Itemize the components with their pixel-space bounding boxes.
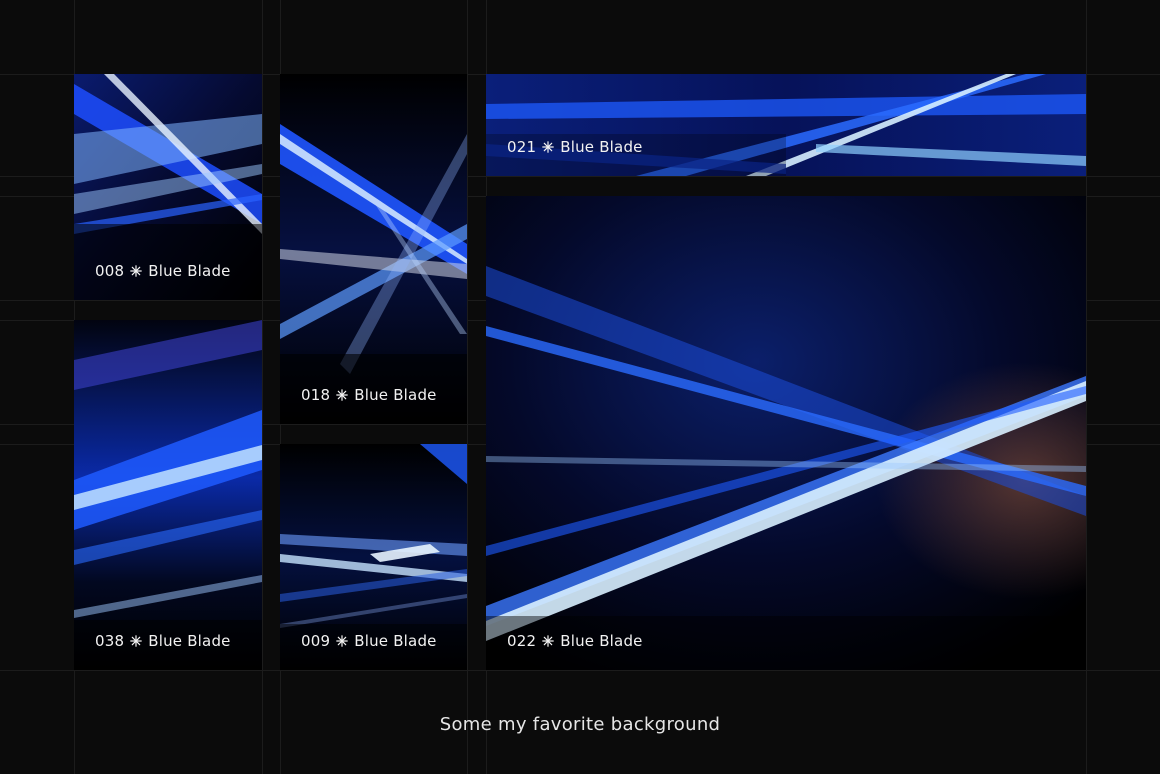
tile-number: 021 xyxy=(507,138,537,156)
tile-caption: 038 Blue Blade xyxy=(95,632,231,650)
asterisk-icon xyxy=(130,635,143,647)
background-tile-018[interactable]: 018 Blue Blade xyxy=(280,74,467,424)
tile-number: 038 xyxy=(95,632,125,650)
blue-blade-artwork xyxy=(486,74,1086,176)
background-tile-022[interactable]: 022 Blue Blade xyxy=(486,196,1086,670)
tile-name: Blue Blade xyxy=(148,632,231,650)
asterisk-icon xyxy=(542,635,555,647)
page: 008 Blue Blade 018 Blue Blade 021 Blue B… xyxy=(0,0,1160,774)
asterisk-icon xyxy=(542,141,555,153)
blue-blade-artwork xyxy=(486,196,1086,670)
tile-caption: 021 Blue Blade xyxy=(507,138,643,156)
blue-blade-artwork xyxy=(280,74,467,424)
tile-number: 008 xyxy=(95,262,125,280)
tile-number: 022 xyxy=(507,632,537,650)
background-tile-009[interactable]: 009 Blue Blade xyxy=(280,444,467,670)
tile-name: Blue Blade xyxy=(560,138,643,156)
asterisk-icon xyxy=(336,389,349,401)
asterisk-icon xyxy=(130,265,143,277)
tile-name: Blue Blade xyxy=(148,262,231,280)
background-tile-021[interactable]: 021 Blue Blade xyxy=(486,74,1086,176)
tile-caption: 009 Blue Blade xyxy=(301,632,437,650)
tile-name: Blue Blade xyxy=(354,632,437,650)
tile-name: Blue Blade xyxy=(560,632,643,650)
tile-number: 009 xyxy=(301,632,331,650)
tile-caption: 022 Blue Blade xyxy=(507,632,643,650)
background-tile-038[interactable]: 038 Blue Blade xyxy=(74,320,262,670)
footer-caption: Some my favorite background xyxy=(439,714,721,735)
tile-name: Blue Blade xyxy=(354,386,437,404)
blue-blade-artwork xyxy=(74,320,262,670)
tile-caption: 008 Blue Blade xyxy=(95,262,231,280)
background-tile-008[interactable]: 008 Blue Blade xyxy=(74,74,262,300)
tile-caption: 018 Blue Blade xyxy=(301,386,437,404)
tile-number: 018 xyxy=(301,386,331,404)
asterisk-icon xyxy=(336,635,349,647)
